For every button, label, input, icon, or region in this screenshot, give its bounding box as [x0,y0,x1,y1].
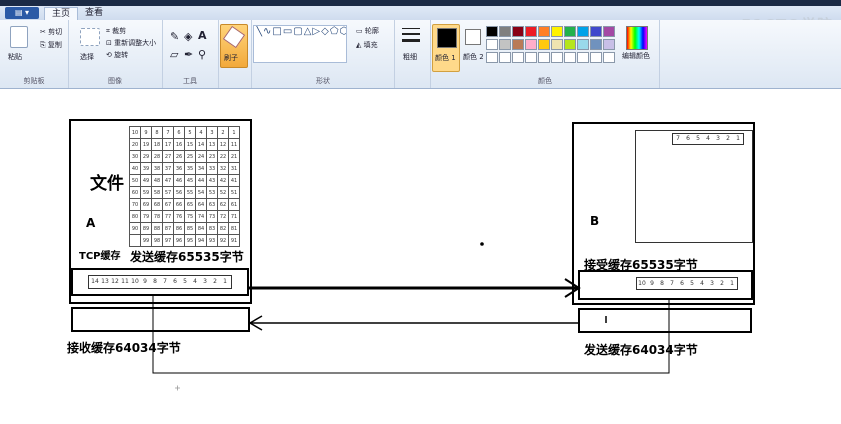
connection-lines [152,242,670,391]
stray-dot [480,242,484,246]
loop-line [152,296,670,374]
crosshair-cursor-icon [175,385,180,391]
